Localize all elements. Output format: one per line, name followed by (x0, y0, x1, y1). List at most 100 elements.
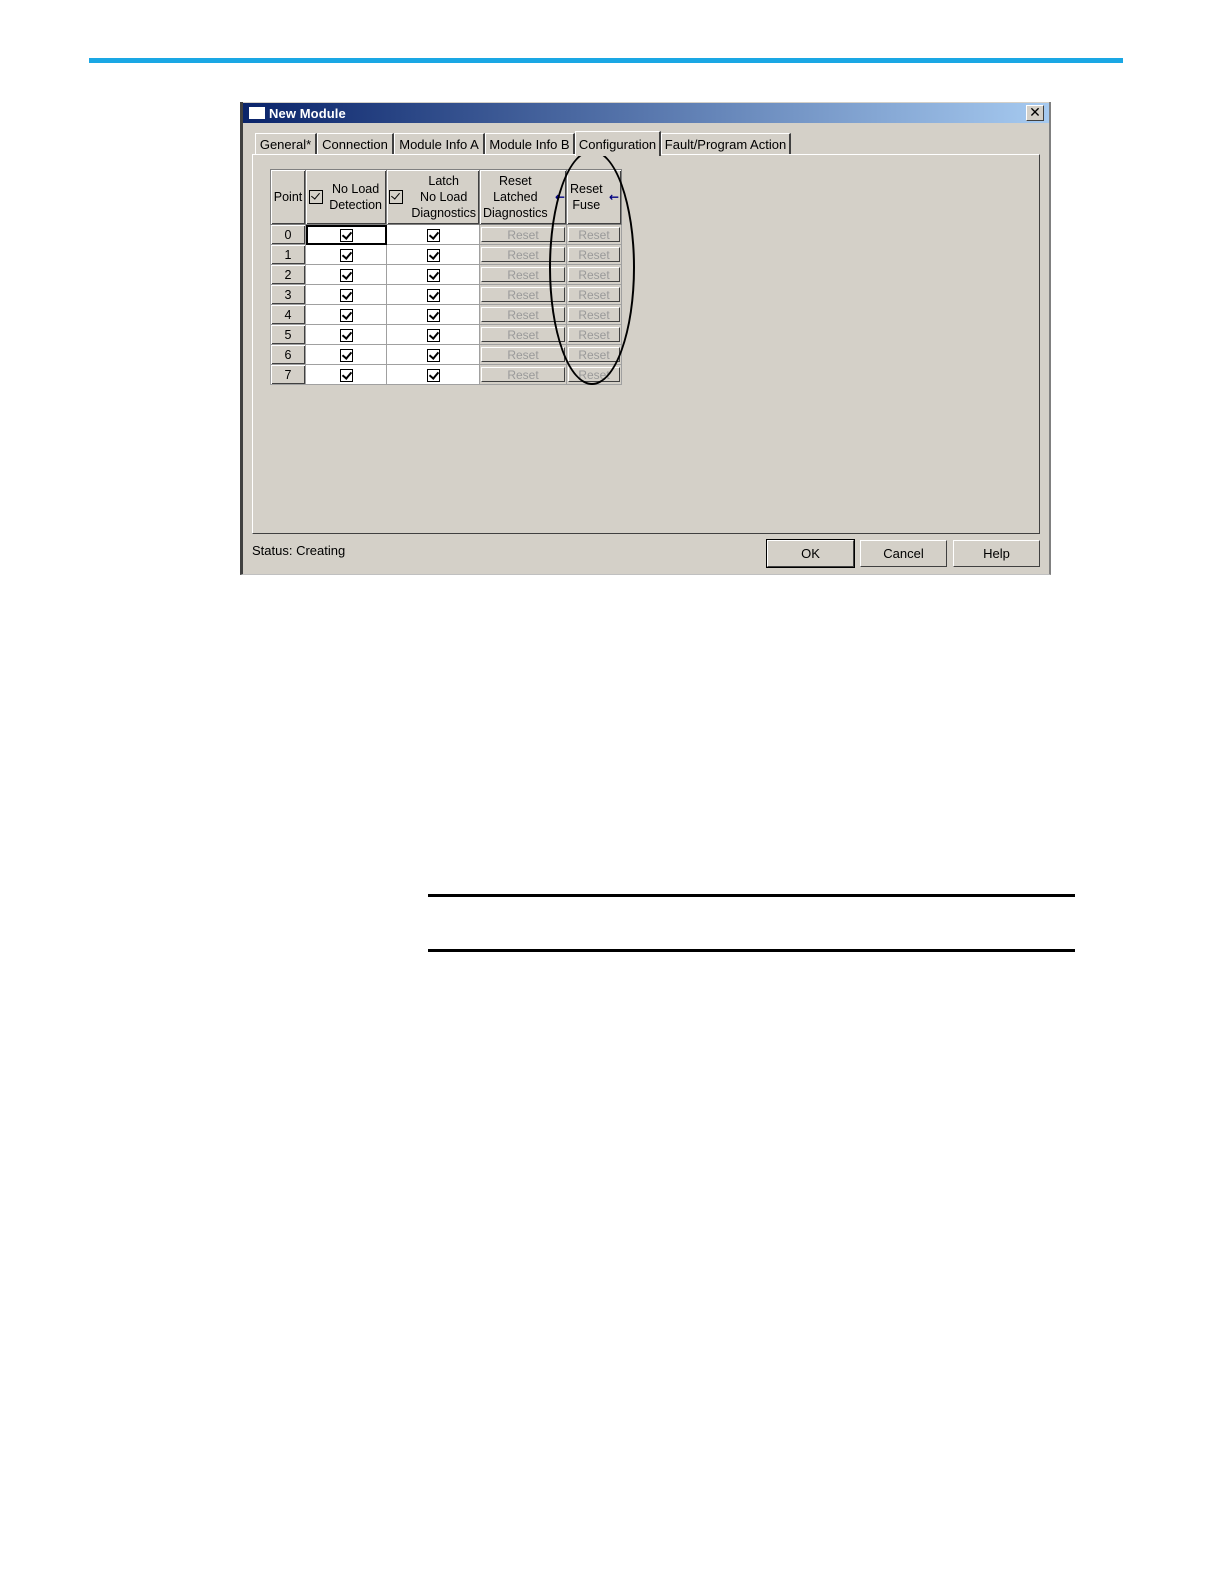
latch-cell[interactable] (386, 284, 480, 305)
tab-general[interactable]: General* (255, 133, 317, 154)
latch-select-all-checkbox[interactable] (389, 190, 403, 204)
header-latch-no-load-diagnostics[interactable]: Latch No Load Diagnostics (386, 169, 480, 225)
no-load-label-1: No Load (331, 182, 380, 196)
reset-latched-button[interactable]: Reset (481, 327, 565, 342)
reset-latched-label-3: Diagnostics (483, 206, 548, 220)
latch-cell[interactable] (386, 244, 480, 265)
close-icon: ✕ (1029, 105, 1041, 121)
table-row: 6 Reset Reset (270, 344, 622, 365)
reset-fuse-button[interactable]: Reset (568, 227, 620, 242)
point-number: 4 (270, 304, 306, 325)
window-title: New Module (269, 105, 346, 121)
no-load-detection-cell[interactable] (305, 244, 387, 265)
reset-fuse-button[interactable]: Reset (568, 287, 620, 302)
point-number: 2 (270, 264, 306, 285)
table-row: 4 Reset Reset (270, 304, 622, 325)
cancel-button[interactable]: Cancel (860, 540, 947, 567)
tab-module-info-b[interactable]: Module Info B (485, 133, 575, 154)
latch-label-2: No Load (420, 190, 468, 204)
no-load-detection-cell[interactable] (305, 324, 387, 345)
no-load-detection-checkbox[interactable] (339, 268, 353, 282)
reset-fuse-button[interactable]: Reset (568, 247, 620, 262)
divider-rule-top (428, 894, 1075, 897)
close-button[interactable]: ✕ (1026, 105, 1044, 121)
configuration-panel: Point No Load Detection Latch No Load Di… (252, 154, 1040, 534)
no-load-detection-checkbox[interactable] (339, 368, 353, 382)
header-point: Point (270, 169, 306, 225)
no-load-detection-cell[interactable] (305, 364, 387, 385)
reset-fuse-button[interactable]: Reset (568, 307, 620, 322)
point-number: 0 (270, 224, 306, 245)
tab-configuration[interactable]: Configuration (575, 131, 661, 156)
no-load-label-2: Detection (329, 198, 382, 212)
reset-latched-label-2: Latched (493, 190, 538, 204)
no-load-detection-checkbox[interactable] (339, 308, 353, 322)
reset-latched-button[interactable]: Reset (481, 287, 565, 302)
latch-no-load-checkbox[interactable] (426, 368, 440, 382)
latch-label-1: Latch (428, 174, 459, 188)
reset-all-fuse-arrow-icon[interactable]: ← (609, 189, 619, 205)
no-load-detection-checkbox[interactable] (339, 328, 353, 342)
reset-latched-button[interactable]: Reset (481, 227, 565, 242)
no-load-detection-checkbox[interactable] (339, 348, 353, 362)
point-number: 7 (270, 364, 306, 385)
reset-fuse-label-1: Reset (570, 182, 603, 196)
reset-fuse-button[interactable]: Reset (568, 367, 620, 382)
reset-latched-button[interactable]: Reset (481, 367, 565, 382)
no-load-select-all-checkbox[interactable] (309, 190, 323, 204)
table-row: 7 Reset Reset (270, 364, 622, 385)
table-row: 3 Reset Reset (270, 284, 622, 305)
table-row: 5 Reset Reset (270, 324, 622, 345)
top-accent-rule (89, 58, 1123, 63)
reset-fuse-button[interactable]: Reset (568, 347, 620, 362)
no-load-detection-checkbox[interactable] (339, 228, 353, 242)
header-reset-latched-diagnostics[interactable]: Reset Latched Diagnostics ← (479, 169, 567, 225)
new-module-dialog: New Module ✕ General* Connection Module … (240, 102, 1051, 575)
reset-latched-button[interactable]: Reset (481, 267, 565, 282)
tab-module-info-a[interactable]: Module Info A (394, 133, 485, 154)
no-load-detection-cell[interactable] (305, 284, 387, 305)
latch-cell[interactable] (386, 304, 480, 325)
latch-cell[interactable] (386, 344, 480, 365)
latch-cell[interactable] (386, 264, 480, 285)
window-icon (249, 107, 265, 119)
reset-latched-button[interactable]: Reset (481, 247, 565, 262)
latch-no-load-checkbox[interactable] (426, 288, 440, 302)
latch-cell[interactable] (386, 224, 480, 245)
latch-no-load-checkbox[interactable] (426, 308, 440, 322)
latch-label-3: Diagnostics (411, 206, 476, 220)
header-no-load-detection[interactable]: No Load Detection (305, 169, 387, 225)
reset-all-latched-arrow-icon[interactable]: ← (555, 189, 565, 205)
title-bar[interactable]: New Module ✕ (243, 103, 1049, 123)
latch-no-load-checkbox[interactable] (426, 248, 440, 262)
reset-latched-button[interactable]: Reset (481, 347, 565, 362)
tab-fault-program-action[interactable]: Fault/Program Action (661, 133, 791, 154)
no-load-detection-cell[interactable] (305, 304, 387, 325)
latch-no-load-checkbox[interactable] (426, 268, 440, 282)
latch-no-load-checkbox[interactable] (426, 348, 440, 362)
reset-fuse-button[interactable]: Reset (568, 267, 620, 282)
latch-cell[interactable] (386, 324, 480, 345)
no-load-detection-cell[interactable] (305, 344, 387, 365)
help-button[interactable]: Help (953, 540, 1040, 567)
no-load-detection-checkbox[interactable] (339, 288, 353, 302)
table-row: 0 Reset Reset (270, 224, 622, 245)
divider-rule-bottom (428, 949, 1075, 952)
table-row: 1 Reset Reset (270, 244, 622, 265)
point-number: 1 (270, 244, 306, 265)
no-load-detection-cell[interactable] (305, 264, 387, 285)
no-load-detection-cell[interactable] (305, 224, 387, 245)
table-row: 2 Reset Reset (270, 264, 622, 285)
reset-latched-button[interactable]: Reset (481, 307, 565, 322)
reset-latched-label-1: Reset (498, 174, 532, 188)
latch-no-load-checkbox[interactable] (426, 228, 440, 242)
latch-no-load-checkbox[interactable] (426, 328, 440, 342)
reset-fuse-label-2: Fuse (572, 198, 601, 212)
reset-fuse-button[interactable]: Reset (568, 327, 620, 342)
point-number: 3 (270, 284, 306, 305)
latch-cell[interactable] (386, 364, 480, 385)
header-reset-fuse[interactable]: Reset Fuse ← (566, 169, 622, 225)
no-load-detection-checkbox[interactable] (339, 248, 353, 262)
tab-connection[interactable]: Connection (317, 133, 394, 154)
ok-button[interactable]: OK (766, 539, 855, 568)
